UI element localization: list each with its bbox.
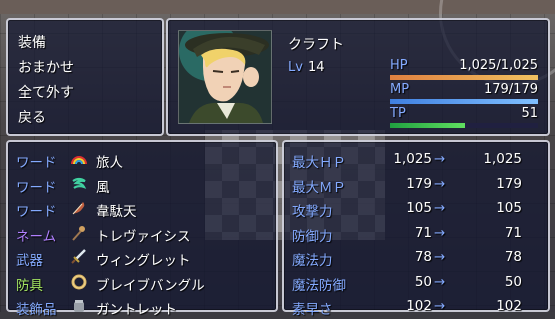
param-new-value: 179 <box>496 175 522 192</box>
mp-value: 179/179 <box>483 82 538 97</box>
param-name: 攻撃力 <box>292 204 333 220</box>
slot-type-label: 装飾品 <box>16 302 57 318</box>
param-row: 攻撃力 105 → 105 <box>292 197 542 221</box>
feather-icon <box>70 199 88 217</box>
param-current-value: 71 <box>414 224 432 241</box>
param-arrow: → <box>434 249 446 265</box>
hp-label: HP <box>390 58 408 73</box>
slot-type-label: 武器 <box>16 253 43 269</box>
param-current-value: 78 <box>414 249 432 265</box>
actor-name: クラフト <box>288 37 344 53</box>
command-window: 装備 おまかせ 全て外す 戻る <box>6 18 164 136</box>
mp-label: MP <box>390 82 410 97</box>
slot-item-name: 旅人 <box>96 155 123 171</box>
param-name: 防御力 <box>292 228 333 245</box>
command-optimize[interactable]: おまかせ <box>18 57 74 79</box>
param-row: 素早さ 102 → 102 <box>292 295 542 319</box>
param-name: 魔法力 <box>292 253 333 269</box>
slot-item-name: トレヴァイシス <box>96 228 191 245</box>
param-row: 魔法力 78 → 78 <box>292 246 542 270</box>
param-row: 防御力 71 → 71 <box>292 222 542 246</box>
param-name: 素早さ <box>292 302 333 318</box>
param-current-value: 179 <box>406 175 432 192</box>
param-arrow: → <box>434 175 446 192</box>
param-name: 魔法防御 <box>292 277 346 294</box>
actor-face-portrait <box>178 30 272 124</box>
param-name: 最大ＭＰ <box>292 179 346 196</box>
param-row: 最大ＭＰ 179 → 179 <box>292 173 542 197</box>
equip-slot-row[interactable]: ワード 旅人 <box>16 148 276 172</box>
command-back[interactable]: 戻る <box>18 107 46 129</box>
hp-fill <box>390 75 538 80</box>
param-name: 最大ＨＰ <box>292 155 346 171</box>
command-clear-all[interactable]: 全て外す <box>18 82 74 104</box>
slot-item-name: ブレイブバングル <box>96 277 205 294</box>
mp-fill <box>390 99 538 104</box>
param-new-value: 71 <box>504 224 522 241</box>
param-current-value: 1,025 <box>393 151 432 167</box>
sword-icon <box>70 248 88 266</box>
param-row: 魔法防御 50 → 50 <box>292 271 542 295</box>
param-new-value: 50 <box>504 273 522 290</box>
equip-slot-row[interactable]: 装飾品 ガントレット <box>16 295 276 319</box>
equip-slot-row[interactable]: 防具 ブレイブバングル <box>16 271 276 295</box>
equip-slot-row[interactable]: ワード 韋駄天 <box>16 197 276 221</box>
slot-type-label: 防具 <box>16 277 43 294</box>
staff-icon <box>70 224 88 242</box>
parameter-compare-window: 最大ＨＰ 1,025 → 1,025 最大ＭＰ 179 → 179 攻撃力 105 → 105 防御力 7… <box>282 140 550 318</box>
gauntlet-icon <box>70 297 88 315</box>
command-equip[interactable]: 装備 <box>18 32 46 54</box>
slot-type-label: ネーム <box>16 228 57 245</box>
tp-gauge: TP 51 <box>390 106 538 130</box>
equip-slot-row[interactable]: ワード 風 <box>16 173 276 197</box>
tp-fill <box>390 123 466 128</box>
slot-item-name: 風 <box>96 179 110 196</box>
slot-item-name: 韋駄天 <box>96 204 137 220</box>
param-arrow: → <box>434 224 446 241</box>
rainbow-icon <box>70 150 88 168</box>
param-current-value: 105 <box>406 200 432 216</box>
slot-item-name: ウィングレット <box>96 253 191 269</box>
equip-slot-window: ワード 旅人 ワード風ワード 韋駄天 ネーム トレヴァイシス 武器 ウィングレット 防具 ブレイブ… <box>6 140 278 318</box>
slot-item-name: ガントレット <box>96 302 177 318</box>
level-value: 14 <box>308 60 325 75</box>
param-new-value: 105 <box>496 200 522 216</box>
param-current-value: 50 <box>414 273 432 290</box>
equip-slot-row[interactable]: ネーム トレヴァイシス <box>16 222 276 246</box>
actor-status-window: クラフト Lv 14 HP 1,025/1,025 MP 179/179 TP … <box>166 18 550 136</box>
level-label: Lv <box>288 60 303 75</box>
mp-gauge: MP 179/179 <box>390 82 538 106</box>
bangle-icon <box>70 273 88 291</box>
tp-value: 51 <box>521 106 538 121</box>
slot-type-label: ワード <box>16 155 57 171</box>
equip-slot-row[interactable]: 武器 ウィングレット <box>16 246 276 270</box>
param-row: 最大ＨＰ 1,025 → 1,025 <box>292 148 542 172</box>
param-arrow: → <box>434 151 446 167</box>
slot-type-label: ワード <box>16 179 57 196</box>
param-arrow: → <box>434 200 446 216</box>
tp-label: TP <box>390 106 406 121</box>
slot-type-label: ワード <box>16 204 57 220</box>
param-new-value: 78 <box>504 249 522 265</box>
param-arrow: → <box>434 273 446 290</box>
hp-value: 1,025/1,025 <box>459 58 538 73</box>
hp-gauge: HP 1,025/1,025 <box>390 58 538 82</box>
wind-icon <box>70 175 88 193</box>
param-new-value: 1,025 <box>483 151 522 167</box>
